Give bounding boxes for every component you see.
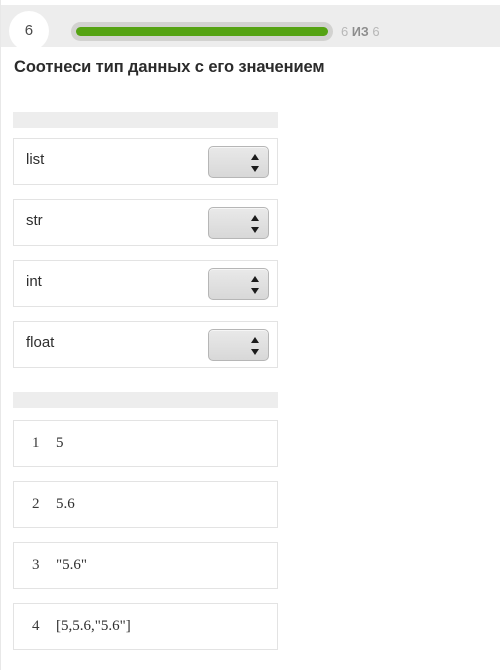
list-item-index: 1 bbox=[32, 435, 40, 451]
list-item: 1 5 bbox=[13, 420, 278, 467]
match-row-label: str bbox=[26, 212, 43, 229]
arrow-down-icon bbox=[251, 288, 259, 294]
quiz-page: 6 6 из 6 Соотнеси тип данных с его значе… bbox=[0, 0, 500, 670]
match-answer-select[interactable] bbox=[208, 268, 269, 300]
stepper-arrows-icon bbox=[251, 214, 260, 234]
arrow-up-icon bbox=[251, 276, 259, 282]
progress-bar-fill bbox=[76, 27, 328, 36]
match-section-header-bar bbox=[13, 112, 278, 128]
match-answer-select[interactable] bbox=[208, 329, 269, 361]
progress-separator: из bbox=[351, 25, 369, 39]
list-item: 4 [5,5.6,"5.6"] bbox=[13, 603, 278, 650]
stepper-arrows-icon bbox=[251, 336, 260, 356]
list-item: 2 5.6 bbox=[13, 481, 278, 528]
stepper-arrows-icon bbox=[251, 153, 260, 173]
list-item: 3 "5.6" bbox=[13, 542, 278, 589]
match-row[interactable]: str bbox=[13, 199, 278, 246]
arrow-up-icon bbox=[251, 337, 259, 343]
list-item-index: 3 bbox=[32, 557, 40, 573]
list-item-value: 5 bbox=[56, 435, 64, 451]
arrow-down-icon bbox=[251, 349, 259, 355]
match-row-label: float bbox=[26, 334, 55, 351]
match-row-label: int bbox=[26, 273, 42, 290]
match-row[interactable]: float bbox=[13, 321, 278, 368]
progress-current: 6 bbox=[341, 24, 349, 39]
arrow-down-icon bbox=[251, 227, 259, 233]
match-row-label: list bbox=[26, 151, 45, 168]
arrow-down-icon bbox=[251, 166, 259, 172]
stepper-arrows-icon bbox=[251, 275, 260, 295]
progress-bar-track bbox=[71, 22, 333, 41]
match-row[interactable]: int bbox=[13, 260, 278, 307]
list-item-value: "5.6" bbox=[56, 557, 87, 573]
arrow-up-icon bbox=[251, 215, 259, 221]
match-answer-select[interactable] bbox=[208, 207, 269, 239]
progress-header: 6 6 из 6 bbox=[1, 5, 500, 51]
step-number-badge: 6 bbox=[9, 11, 49, 51]
value-section-header-bar bbox=[13, 392, 278, 408]
progress-total: 6 bbox=[372, 24, 380, 39]
match-answer-select[interactable] bbox=[208, 146, 269, 178]
list-item-value: 5.6 bbox=[56, 496, 75, 512]
list-item-value: [5,5.6,"5.6"] bbox=[56, 618, 131, 634]
progress-counter: 6 из 6 bbox=[341, 24, 380, 39]
list-item-index: 4 bbox=[32, 618, 40, 634]
question-title: Соотнеси тип данных с его значением bbox=[14, 58, 325, 76]
match-row[interactable]: list bbox=[13, 138, 278, 185]
list-item-index: 2 bbox=[32, 496, 40, 512]
arrow-up-icon bbox=[251, 154, 259, 160]
